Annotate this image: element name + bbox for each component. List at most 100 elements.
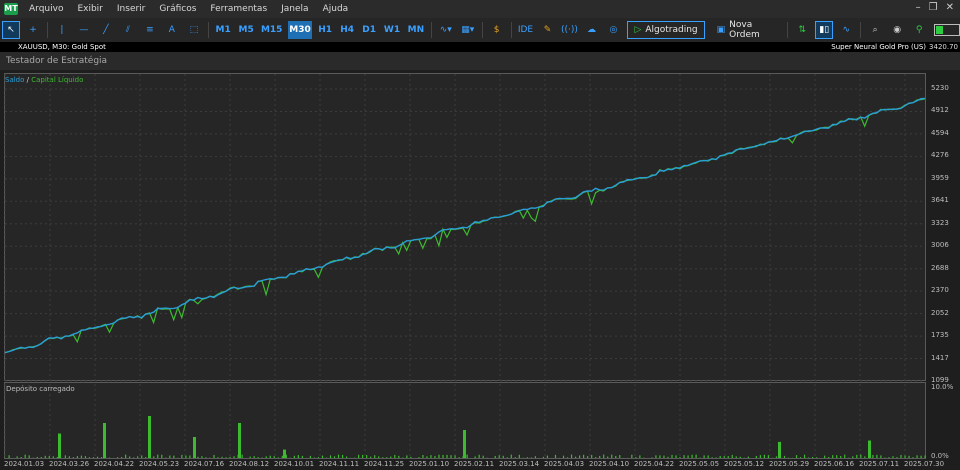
load-bar <box>828 457 830 458</box>
load-bar <box>795 455 798 458</box>
load-bar <box>466 454 468 458</box>
load-bar <box>607 456 609 458</box>
load-bar <box>269 455 271 458</box>
load-bar <box>281 455 283 458</box>
load-bar <box>125 454 127 458</box>
x-tick-label: 2024.10.01 <box>274 460 315 468</box>
load-bar <box>707 455 709 458</box>
load-bar <box>378 456 380 458</box>
load-bar <box>824 455 826 458</box>
load-bar <box>366 455 368 458</box>
load-bar <box>181 454 183 458</box>
load-bar <box>92 457 95 458</box>
load-bar <box>715 457 717 458</box>
load-bar <box>876 454 878 458</box>
y-tick-label: 3641 <box>931 196 949 205</box>
load-bar <box>775 456 778 458</box>
load-bar <box>68 456 70 458</box>
load-bar <box>64 455 66 458</box>
y-tick-label: 1417 <box>931 353 949 362</box>
load-bar <box>24 454 26 458</box>
load-bar <box>100 457 103 458</box>
load-bar <box>920 455 922 458</box>
load-bar <box>454 455 456 458</box>
load-bar <box>44 455 46 458</box>
x-tick-label: 2025.04.03 <box>544 460 585 468</box>
load-bar <box>386 457 388 458</box>
load-bar <box>498 455 500 458</box>
load-bar <box>900 454 902 458</box>
load-bar <box>727 456 729 458</box>
load-bar <box>599 455 601 458</box>
load-bar <box>530 457 532 458</box>
load-bar <box>153 456 155 458</box>
load-bar <box>735 456 737 458</box>
equity-series-line <box>4 98 926 354</box>
load-bar <box>458 457 460 458</box>
load-bar <box>783 455 786 458</box>
load-bar <box>36 456 38 458</box>
load-bar <box>173 455 175 458</box>
x-tick-label: 2025.04.10 <box>589 460 630 468</box>
x-tick-label: 2024.01.03 <box>4 460 45 468</box>
load-bar <box>418 457 420 458</box>
load-bar <box>382 457 384 458</box>
load-bar <box>217 457 219 458</box>
load-bar <box>840 456 842 458</box>
load-bar <box>896 457 898 458</box>
x-tick-label: 2024.04.22 <box>94 460 135 468</box>
x-tick-label: 2024.11.11 <box>319 460 360 468</box>
y-tick-label: 4912 <box>931 106 949 115</box>
load-spike-bar <box>463 430 466 458</box>
x-tick-label: 2025.03.14 <box>499 460 540 468</box>
load-bar <box>257 457 259 458</box>
load-bar <box>651 457 653 458</box>
x-tick-label: 2025.07.30 <box>904 460 945 468</box>
load-bar <box>116 457 119 458</box>
load-bar <box>145 457 147 458</box>
load-bar <box>374 455 376 458</box>
load-bar <box>277 457 279 458</box>
strategy-chart <box>4 74 926 458</box>
load-bar <box>631 454 633 458</box>
load-bar <box>518 454 520 458</box>
load-bar <box>510 454 512 458</box>
load-spike-bar <box>238 423 241 458</box>
load-bar <box>880 455 882 458</box>
load-bar <box>687 455 689 458</box>
load-bar <box>719 455 721 458</box>
load-bar <box>856 454 858 458</box>
load-bar <box>434 455 436 458</box>
load-bar <box>526 457 528 458</box>
load-bar <box>860 454 862 458</box>
x-tick-label: 2025.06.16 <box>814 460 855 468</box>
load-bar <box>185 455 187 458</box>
x-tick-label: 2025.05.29 <box>769 460 810 468</box>
load-bar <box>570 454 573 458</box>
load-bar <box>88 457 91 458</box>
load-bar <box>663 455 665 458</box>
load-bar <box>562 455 565 458</box>
load-bar <box>904 455 906 458</box>
y-tick-label: 2370 <box>931 286 949 295</box>
load-bar <box>502 455 504 458</box>
load-bar <box>803 454 806 458</box>
load-bar <box>566 457 569 458</box>
load-bar <box>747 456 749 458</box>
load-bar <box>265 456 267 458</box>
load-bar <box>161 454 163 458</box>
load-bar <box>157 454 159 458</box>
load-bar <box>197 456 199 458</box>
load-bar <box>546 455 549 458</box>
load-bar <box>542 456 545 458</box>
y-tick-label: 3323 <box>931 218 949 227</box>
load-spike-bar <box>283 449 286 458</box>
y-tick-label: 3959 <box>931 173 949 182</box>
load-bar <box>48 456 50 458</box>
load-bar <box>446 454 448 458</box>
load-bar <box>20 456 22 458</box>
load-bar <box>309 455 312 458</box>
load-bar <box>807 457 810 458</box>
load-bar <box>84 456 87 458</box>
load-bar <box>96 456 99 458</box>
